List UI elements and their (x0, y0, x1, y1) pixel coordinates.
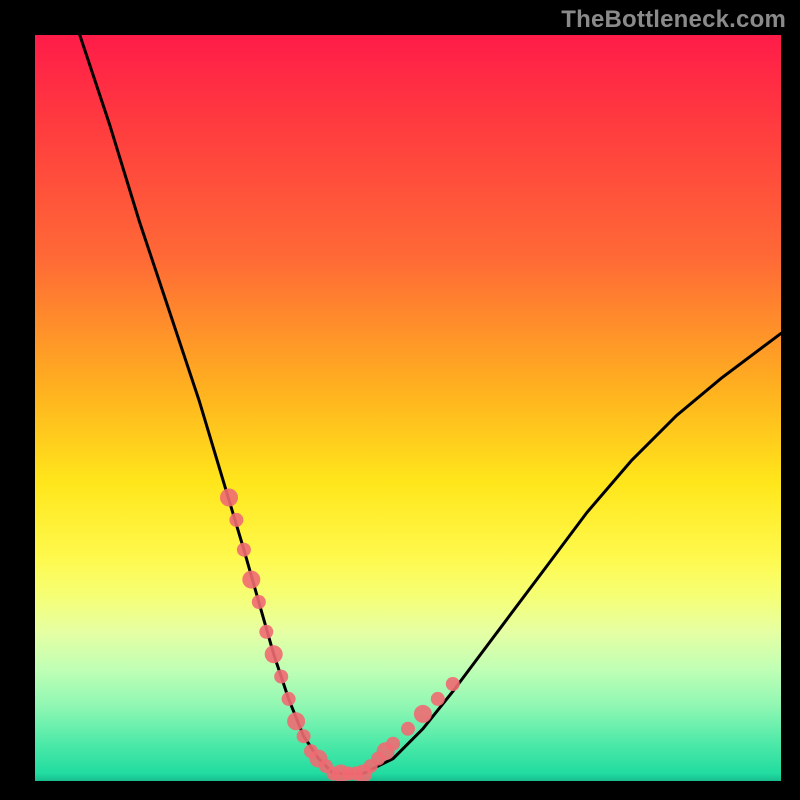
bottleneck-curve (80, 35, 781, 774)
marker-dot (252, 595, 266, 609)
marker-dot (287, 712, 305, 730)
bottleneck-markers (220, 489, 460, 782)
marker-dot (371, 752, 385, 766)
marker-dot (446, 677, 460, 691)
marker-dot (326, 767, 340, 781)
marker-dot (414, 705, 432, 723)
chart-frame: TheBottleneck.com (0, 0, 800, 800)
marker-dot (319, 759, 333, 773)
marker-dot (354, 765, 372, 782)
marker-dot (265, 645, 283, 663)
marker-dot (386, 737, 400, 751)
marker-dot (282, 692, 296, 706)
marker-dot (259, 625, 273, 639)
marker-dot (237, 543, 251, 557)
plot-area (35, 35, 781, 781)
marker-dot (364, 759, 378, 773)
marker-dot (377, 742, 395, 760)
chart-svg (35, 35, 781, 781)
marker-dot (349, 767, 363, 781)
marker-dot (229, 513, 243, 527)
marker-dot (304, 744, 318, 758)
marker-dot (401, 722, 415, 736)
marker-dot (341, 767, 355, 781)
watermark-label: TheBottleneck.com (561, 6, 786, 34)
marker-dot (297, 729, 311, 743)
marker-dot (274, 670, 288, 684)
marker-dot (310, 750, 328, 768)
marker-dot (220, 489, 238, 507)
marker-dot (332, 765, 350, 782)
marker-dot (242, 571, 260, 589)
marker-dot (431, 692, 445, 706)
